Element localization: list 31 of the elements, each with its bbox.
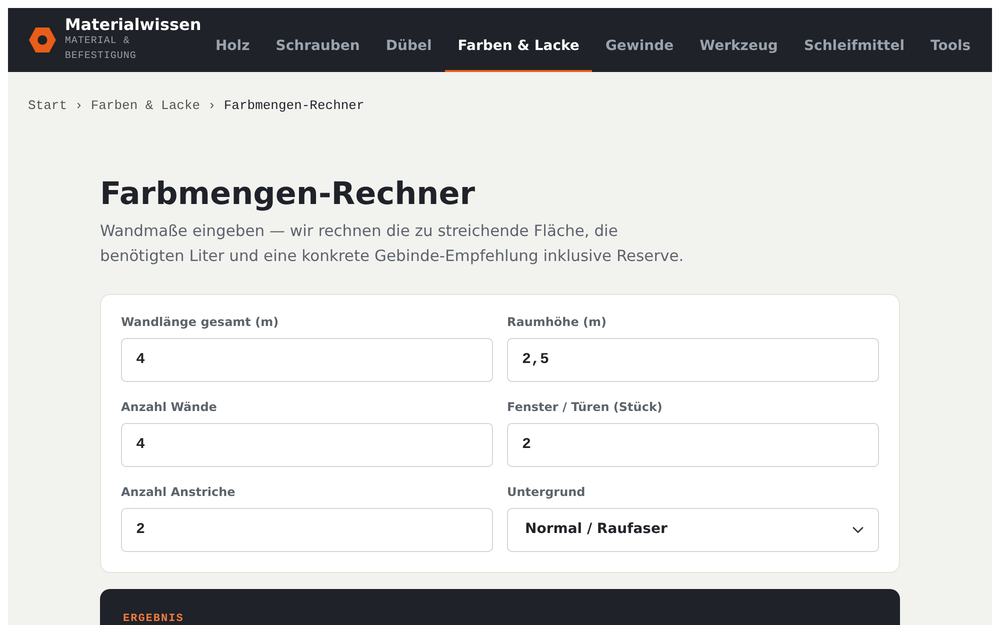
nav-tab[interactable]: Dübel <box>372 22 445 72</box>
input-field[interactable]: 2 <box>121 508 493 552</box>
nav-tab[interactable]: Werkzeug <box>686 22 791 72</box>
nav-tab[interactable]: Tools <box>918 22 984 72</box>
brand-name[interactable]: Materialwissen <box>64 16 202 34</box>
field-label: Wandlänge gesamt (m) <box>121 314 280 331</box>
breadcrumb-current: Farbmengen-Rechner <box>224 97 364 115</box>
select-field[interactable]: Normal / Raufaser <box>507 508 879 552</box>
nav-tab[interactable]: Holz <box>202 22 263 72</box>
input-field[interactable]: 2,5 <box>507 338 879 382</box>
breadcrumb-separator: › <box>75 97 83 115</box>
hex-nut-icon <box>28 25 57 55</box>
input-field[interactable]: 2 <box>507 422 879 467</box>
input-field[interactable]: 4 <box>121 422 493 467</box>
field-label: Fenster / Türen (Stück) <box>507 398 664 416</box>
nav-tab[interactable]: Farben & Lacke <box>444 22 592 72</box>
result-heading: ERGEBNIS <box>123 612 185 625</box>
brand-tagline: MATERIAL & BEFESTIGUNG <box>64 34 138 64</box>
nav-tab[interactable]: Gewinde <box>592 22 687 72</box>
page-title: Farbmengen-Rechner <box>100 176 476 213</box>
intro-text: Wandmaße eingeben — wir rechnen die zu streichende Fläche, die benötigten Liter und eine konkrete Gebinde-Empfehlung inklusive Reserve. <box>100 220 685 267</box>
field-label: Anzahl Wände <box>121 398 218 416</box>
field-label: Anzahl Anstriche <box>121 484 236 501</box>
nav-tab[interactable]: Schleifmittel <box>790 22 918 72</box>
nav-tab[interactable]: Schrauben <box>262 22 373 72</box>
input-field[interactable]: 4 <box>121 338 493 382</box>
breadcrumb-link[interactable]: Farben & Lacke <box>90 96 200 116</box>
field-label: Untergrund <box>507 484 586 501</box>
breadcrumb-link[interactable]: Start <box>28 96 68 116</box>
field-label: Raumhöhe (m) <box>507 314 608 331</box>
breadcrumb-separator: › <box>208 97 216 115</box>
